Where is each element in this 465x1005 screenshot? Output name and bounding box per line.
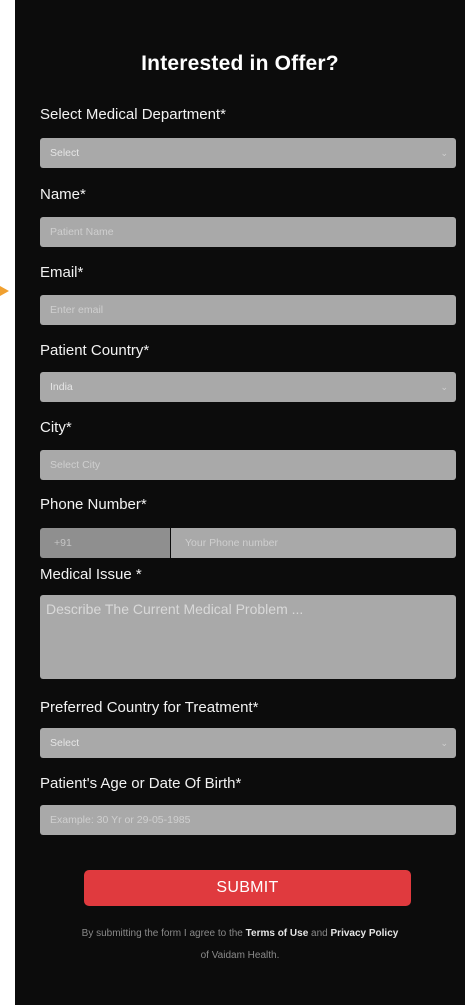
- department-select-value: Select: [50, 147, 80, 159]
- phone-code-input[interactable]: +91: [40, 528, 170, 558]
- chevron-down-icon: ⌄: [440, 738, 448, 748]
- email-input[interactable]: Enter email: [40, 295, 456, 325]
- chevron-down-icon: ⌄: [440, 148, 448, 158]
- department-label: Select Medical Department*: [40, 106, 226, 123]
- arrow-right-icon: [0, 286, 9, 296]
- chevron-down-icon: ⌄: [440, 382, 448, 392]
- treatment-country-label: Preferred Country for Treatment*: [40, 699, 259, 716]
- treatment-country-select[interactable]: Select ⌄: [40, 728, 456, 758]
- issue-textarea[interactable]: Describe The Current Medical Problem ...: [40, 595, 456, 679]
- country-select[interactable]: India ⌄: [40, 372, 456, 402]
- privacy-policy-link[interactable]: Privacy Policy: [331, 928, 399, 939]
- city-input[interactable]: Select City: [40, 450, 456, 480]
- country-select-value: India: [50, 381, 73, 393]
- country-label: Patient Country*: [40, 342, 150, 359]
- submit-button[interactable]: SUBMIT: [84, 870, 411, 906]
- name-label: Name*: [40, 186, 86, 203]
- age-label: Patient's Age or Date Of Birth*: [40, 775, 242, 792]
- terms-and: and: [311, 928, 328, 939]
- city-label: City*: [40, 419, 72, 436]
- terms-of-use-link[interactable]: Terms of Use: [246, 928, 309, 939]
- terms-prefix: By submitting the form I agree to the: [81, 928, 243, 939]
- phone-number-input[interactable]: Your Phone number: [171, 528, 456, 558]
- issue-label: Medical Issue *: [40, 566, 142, 583]
- age-input[interactable]: Example: 30 Yr or 29-05-1985: [40, 805, 456, 835]
- form-title: Interested in Offer?: [141, 52, 339, 75]
- treatment-country-select-value: Select: [50, 737, 80, 749]
- enquiry-form-panel: Interested in Offer? Select Medical Depa…: [15, 0, 465, 1005]
- department-select[interactable]: Select ⌄: [40, 138, 456, 168]
- email-label: Email*: [40, 264, 84, 281]
- phone-label: Phone Number*: [40, 496, 147, 513]
- terms-text: By submitting the form I agree to the Te…: [25, 923, 455, 967]
- name-input[interactable]: Patient Name: [40, 217, 456, 247]
- terms-suffix: of Vaidam Health.: [200, 950, 280, 961]
